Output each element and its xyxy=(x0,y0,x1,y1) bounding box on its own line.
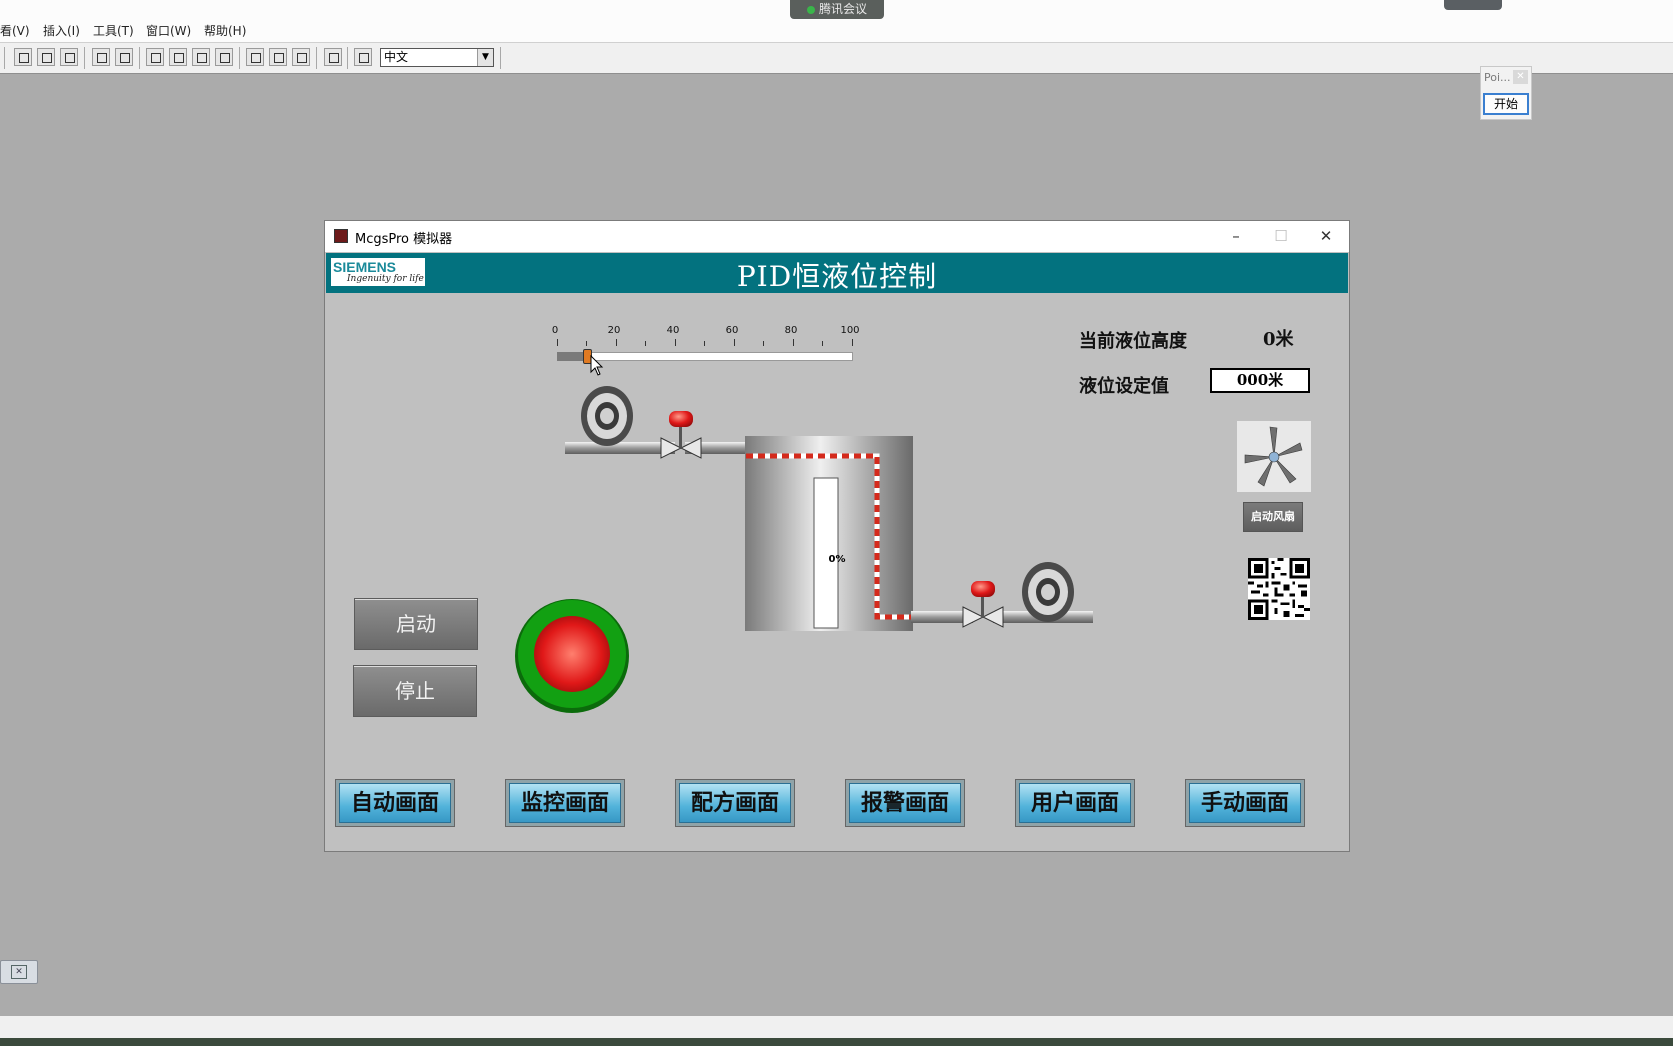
menu-insert[interactable]: 插入(I) xyxy=(43,22,80,39)
slider-tick xyxy=(822,341,823,346)
properties-icon[interactable] xyxy=(246,48,264,66)
close-button[interactable]: ✕ xyxy=(1310,225,1342,247)
language-value: 中文 xyxy=(384,50,409,64)
slider-tick xyxy=(557,339,558,346)
tank-level-percent: 0% xyxy=(828,554,846,565)
menu-help[interactable]: 帮助(H) xyxy=(204,22,246,39)
nav-alarm-screen-label: 报警画面 xyxy=(849,783,961,823)
menu-view[interactable]: 看(V) xyxy=(0,22,30,39)
toolbar-separator xyxy=(84,47,85,69)
minimize-button[interactable]: – xyxy=(1220,225,1252,247)
poi-dialog: Poi... ✕ 开始 xyxy=(1480,66,1532,120)
slider-tick xyxy=(852,339,853,346)
start-fan-button[interactable]: 启动风扇 xyxy=(1243,502,1303,532)
fan-panel xyxy=(1237,421,1311,492)
toolbar-separator xyxy=(239,47,240,69)
stop-button[interactable]: 停止 xyxy=(353,665,477,717)
help-icon[interactable] xyxy=(324,48,342,66)
tank-level-gauge xyxy=(813,477,839,629)
redo-icon[interactable] xyxy=(115,48,133,66)
nav-alarm-screen[interactable]: 报警画面 xyxy=(845,779,965,827)
nav-manual-screen-label: 手动画面 xyxy=(1189,783,1301,823)
toolbar-separator xyxy=(500,47,501,69)
slider-tick xyxy=(586,341,587,346)
toolbar-separator xyxy=(347,47,348,69)
qr-code-image xyxy=(1248,558,1310,620)
copy-icon[interactable] xyxy=(37,48,55,66)
download-icon[interactable] xyxy=(292,48,310,66)
menu-window[interactable]: 窗口(W) xyxy=(146,22,191,39)
poi-start-button[interactable]: 开始 xyxy=(1483,93,1529,115)
toolbar-separator xyxy=(316,47,317,69)
slider-tick-label: 40 xyxy=(666,325,680,336)
align-icon[interactable] xyxy=(146,48,164,66)
app-icon xyxy=(334,229,348,243)
fan-icon xyxy=(1244,426,1303,487)
nav-auto-screen-label: 自动画面 xyxy=(339,783,451,823)
language-icon[interactable] xyxy=(354,48,372,66)
nav-recipe-screen[interactable]: 配方画面 xyxy=(675,779,795,827)
minimized-window-button[interactable]: ✕ xyxy=(0,960,38,984)
nav-user-screen-label: 用户画面 xyxy=(1019,783,1131,823)
close-icon[interactable]: ✕ xyxy=(1513,70,1528,84)
status-bar xyxy=(0,1016,1673,1038)
start-button[interactable]: 启动 xyxy=(354,598,478,650)
inlet-pump-icon xyxy=(581,386,633,446)
poi-dialog-title: Poi... xyxy=(1484,71,1511,84)
slider-tick xyxy=(675,339,676,346)
setpoint-input[interactable]: 000米 xyxy=(1210,368,1310,393)
screen-header: SIEMENS Ingenuity for life PID恒液位控制 xyxy=(326,253,1348,293)
slider-tick xyxy=(616,339,617,346)
slider-tick xyxy=(645,341,646,346)
nav-recipe-screen-label: 配方画面 xyxy=(679,783,791,823)
slider-tick-label: 0 xyxy=(551,325,559,336)
taskbar xyxy=(0,1038,1673,1046)
cut-icon[interactable] xyxy=(14,48,32,66)
chevron-down-icon[interactable]: ▼ xyxy=(477,49,493,66)
slider-tick xyxy=(734,339,735,346)
outlet-valve-icon xyxy=(962,581,1004,628)
top-right-widget[interactable] xyxy=(1444,0,1502,10)
tencent-meeting-widget[interactable]: 腾讯会议 xyxy=(790,0,884,19)
run-indicator-light xyxy=(515,599,629,713)
inlet-pipe xyxy=(565,442,675,454)
slider-tick-label: 80 xyxy=(784,325,798,336)
nav-user-screen[interactable]: 用户画面 xyxy=(1015,779,1135,827)
maximize-button[interactable]: ☐ xyxy=(1265,225,1297,247)
slider-tick-label: 20 xyxy=(607,325,621,336)
grid-icon[interactable] xyxy=(215,48,233,66)
mic-icon xyxy=(806,5,815,14)
window-icon: ✕ xyxy=(11,965,27,979)
nav-monitor-screen-label: 监控画面 xyxy=(509,783,621,823)
list-icon[interactable] xyxy=(192,48,210,66)
meeting-label: 腾讯会议 xyxy=(818,2,867,16)
toolbar-separator xyxy=(139,47,140,69)
screen-title: PID恒液位控制 xyxy=(736,260,938,293)
simulator-window: McgsPro 模拟器 – ☐ ✕ SIEMENS Ingenuity for … xyxy=(324,220,1350,852)
undo-icon[interactable] xyxy=(92,48,110,66)
process-diagram xyxy=(565,386,1093,631)
language-select[interactable]: 中文 ▼ xyxy=(380,48,494,67)
slider-tick xyxy=(704,341,705,346)
paste-icon[interactable] xyxy=(60,48,78,66)
toolbar-separator xyxy=(4,47,5,69)
tree-icon[interactable] xyxy=(169,48,187,66)
simulator-titlebar[interactable]: McgsPro 模拟器 – ☐ ✕ xyxy=(325,221,1349,252)
window-title: McgsPro 模拟器 xyxy=(355,232,453,247)
nav-manual-screen[interactable]: 手动画面 xyxy=(1185,779,1305,827)
outlet-pump-icon xyxy=(1022,562,1074,622)
nav-auto-screen[interactable]: 自动画面 xyxy=(335,779,455,827)
inlet-valve-icon xyxy=(660,411,702,459)
check-icon[interactable] xyxy=(269,48,287,66)
current-level-value: 0米 xyxy=(1263,329,1294,350)
slider-tick xyxy=(763,341,764,346)
current-level-label: 当前液位高度 xyxy=(1079,331,1187,352)
menu-tools[interactable]: 工具(T) xyxy=(93,22,134,39)
slider-tick-label: 60 xyxy=(725,325,739,336)
app-toolbar: 中文 ▼ xyxy=(0,42,1673,74)
slider-tick xyxy=(793,339,794,346)
slider-tick-label: 100 xyxy=(840,325,860,336)
mouse-cursor-icon xyxy=(590,355,604,376)
nav-monitor-screen[interactable]: 监控画面 xyxy=(505,779,625,827)
